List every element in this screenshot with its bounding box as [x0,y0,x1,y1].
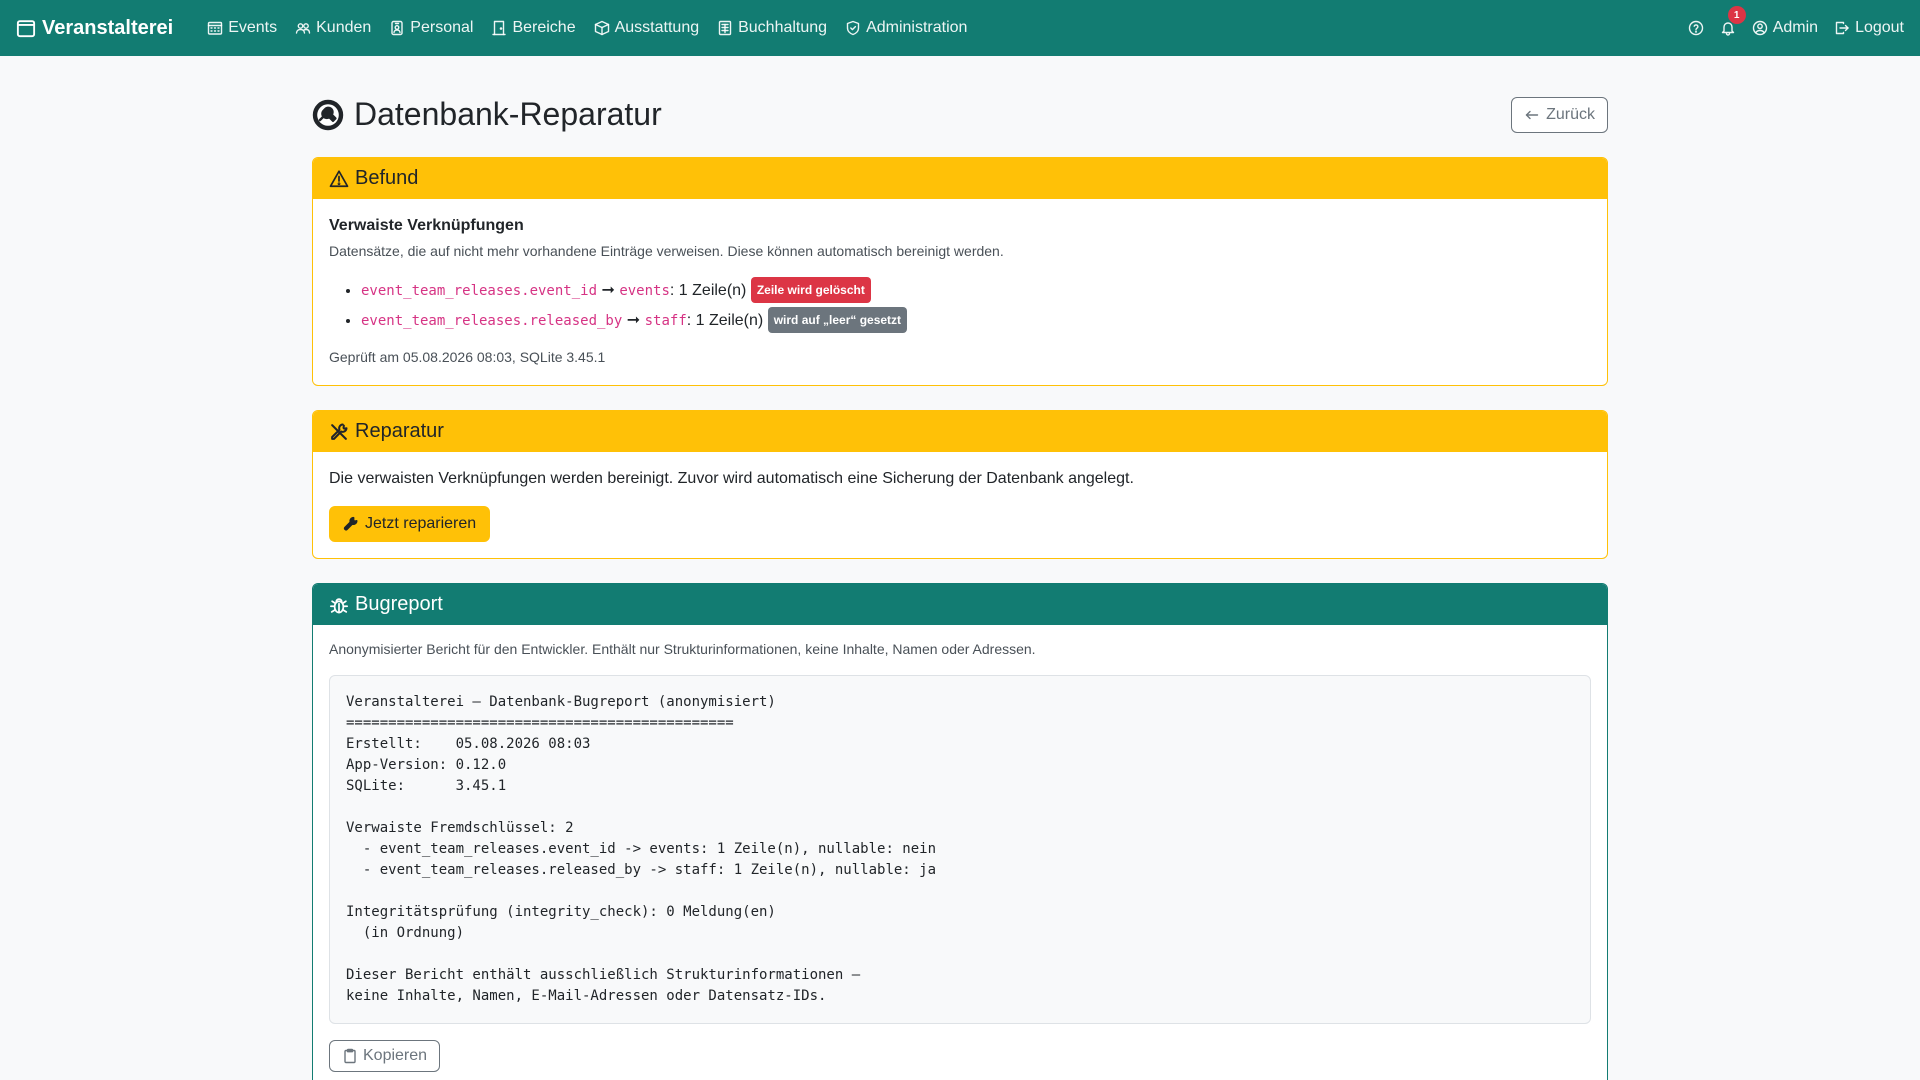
befund-title: Befund [355,167,419,189]
calendar-grid-icon [208,21,223,35]
befund-card-body: Verwaiste Verknüpfungen Datensätze, die … [313,199,1607,385]
database-repair-icon [312,99,344,130]
repair-now-button[interactable]: Jetzt reparieren [329,506,491,542]
fk-target: events [619,283,670,299]
befund-description: Datensätze, die auf nicht mehr vorhanden… [329,243,1004,259]
question-circle-icon [1688,20,1703,36]
fk-rows: : 1 Zeile(n) [686,312,764,329]
door-icon [492,20,507,36]
fk-arrow: ➞ [626,312,641,329]
nav-bereiche[interactable]: Bereiche [491,19,576,37]
nav-bereiche-label: Bereiche [512,19,576,36]
notifications-button[interactable]: 1 [1720,6,1746,36]
bugreport-card: Bugreport Anonymisierter Bericht für den… [312,583,1608,1080]
logout-label: Logout [1855,19,1904,36]
page-header: Datenbank-Reparatur Zurück [312,96,1608,133]
help-button[interactable] [1688,20,1704,36]
back-button[interactable]: Zurück [1511,96,1608,133]
nav-events[interactable]: Events [207,19,277,37]
nav-administration[interactable]: Administration [845,19,967,37]
status-badge: Zeile wird gelöscht [750,277,871,303]
fk-column: event_team_releases.released_by [361,313,623,329]
top-navbar: Veranstalterei Events Kunden Personal Be… [0,0,1920,56]
reparatur-card-body: Die verwaisten Verknüpfungen werden bere… [313,452,1607,558]
fk-target: staff [644,313,687,329]
bugreport-description: Anonymisierter Bericht für den Entwickle… [329,641,1036,657]
fk-column: event_team_releases.event_id [361,283,598,299]
status-badge: wird auf „leer“ gesetzt [767,307,908,333]
nav-buchhaltung[interactable]: Buchhaltung [717,19,827,37]
box-icon [594,20,609,36]
fk-rows: : 1 Zeile(n) [669,282,747,299]
nav-kunden[interactable]: Kunden [295,19,371,37]
repair-now-label: Jetzt reparieren [365,515,477,532]
person-badge-icon [391,20,403,36]
brand-link[interactable]: Veranstalterei [16,17,173,40]
nav-personal-label: Personal [410,19,474,36]
bugreport-card-body: Anonymisierter Bericht für den Entwickle… [313,625,1607,1080]
befund-card: Befund Verwaiste Verknüpfungen Datensätz… [312,157,1608,386]
copy-button-label: Kopieren [363,1047,428,1064]
main-nav: Events Kunden Personal Bereiche Ausstatt… [207,19,967,37]
arrow-left-icon [1525,110,1539,119]
bugreport-text[interactable]: Veranstalterei – Datenbank-Bugreport (an… [329,675,1591,1024]
tools-icon [331,423,348,440]
checked-timestamp: Geprüft am 05.08.2026 08:03, SQLite 3.45… [329,349,606,365]
page-title: Datenbank-Reparatur [312,96,662,133]
warning-triangle-icon [329,169,349,187]
reparatur-title: Reparatur [355,420,444,442]
fk-arrow: ➞ [601,282,615,299]
user-menu[interactable]: Admin [1752,19,1818,37]
user-name: Admin [1772,19,1819,36]
wrench-icon [343,516,358,531]
bugreport-title: Bugreport [355,593,443,615]
reparatur-card-header: Reparatur [313,411,1607,452]
nav-ausstattung[interactable]: Ausstattung [594,19,700,37]
befund-card-header: Befund [313,158,1607,199]
nav-administration-label: Administration [866,19,968,36]
shield-icon [846,20,860,36]
copy-button[interactable]: Kopieren [329,1040,441,1072]
befund-subtitle: Verwaiste Verknüpfungen [329,217,524,234]
back-button-label: Zurück [1546,105,1595,123]
logout-link[interactable]: Logout [1834,19,1904,37]
bugreport-card-header: Bugreport [313,584,1607,625]
notification-count-badge: 1 [1727,6,1746,24]
list-item: event_team_releases.event_id ➞ events: 1… [361,277,1591,303]
reparatur-card: Reparatur Die verwaisten Verknüpfungen w… [312,410,1608,559]
list-item: event_team_releases.released_by ➞ staff:… [361,307,1591,333]
ledger-icon [718,20,732,36]
nav-kunden-label: Kunden [316,19,372,36]
main-content: Datenbank-Reparatur Zurück Befund Verwai… [312,56,1608,1080]
nav-buchhaltung-label: Buchhaltung [738,19,828,36]
nav-right: 1 Admin Logout [1688,6,1904,37]
page-title-text: Datenbank-Reparatur [354,96,662,132]
clipboard-icon [344,1048,356,1064]
nav-ausstattung-label: Ausstattung [614,19,700,36]
nav-events-label: Events [228,19,278,36]
brand-name: Veranstalterei [42,16,174,39]
nav-personal[interactable]: Personal [389,19,473,37]
people-icon [295,23,311,34]
orphan-fk-list: event_team_releases.event_id ➞ events: 1… [329,277,1591,333]
reparatur-text: Die verwaisten Verknüpfungen werden bere… [329,470,1134,487]
bug-icon [330,597,348,613]
logout-icon [1835,21,1849,35]
calendar-icon [16,20,36,38]
person-circle-icon [1752,20,1767,36]
copy-row: Kopieren [329,1040,1591,1072]
